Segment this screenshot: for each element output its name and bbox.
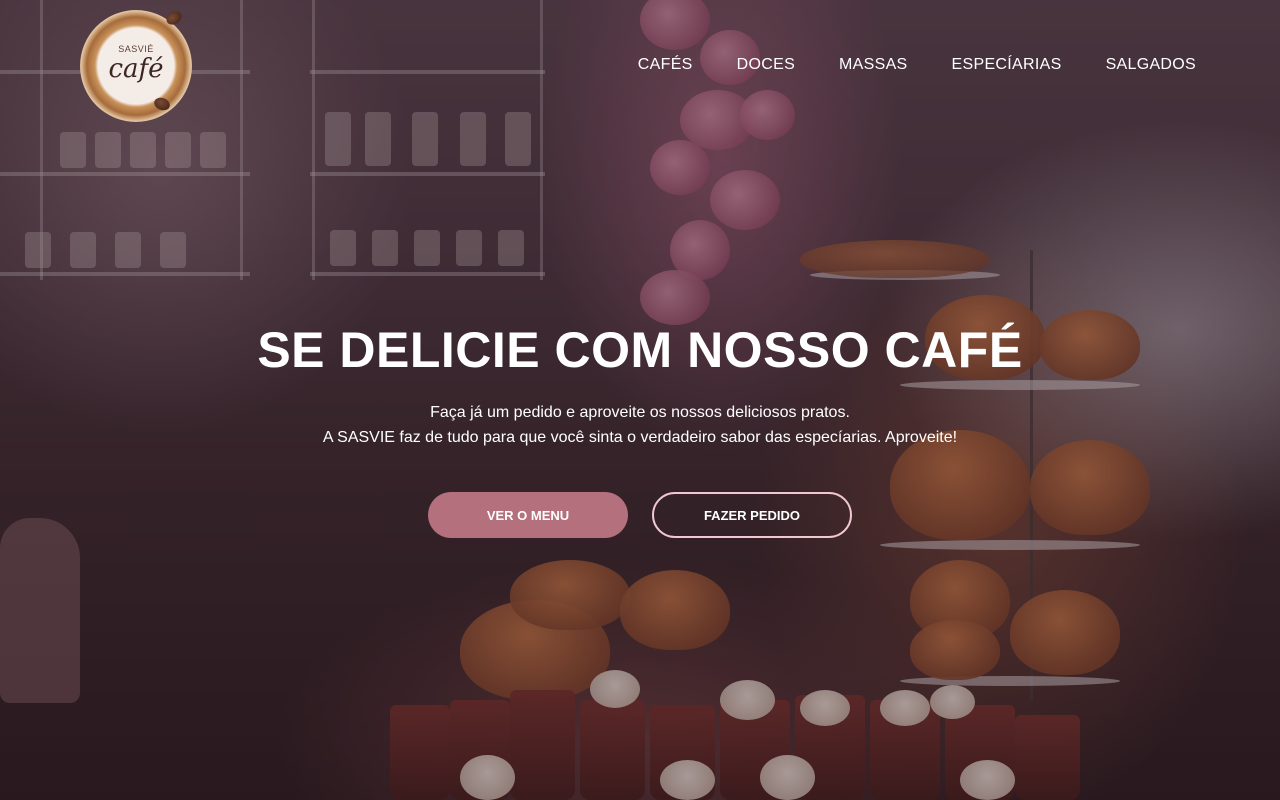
logo-small-text: SASVIÉ xyxy=(118,44,154,54)
nav-item-salgados[interactable]: SALGADOS xyxy=(1106,56,1196,74)
brand-logo[interactable]: SASVIÉ café xyxy=(80,8,192,122)
logo-script-text: café xyxy=(108,54,164,84)
hero-subtitle-line-1: Faça já um pedido e aproveite os nossos … xyxy=(430,404,850,421)
hero-section: SASVIÉ café CAFÉS DOCES MASSAS ESPECÍARI… xyxy=(0,0,1280,800)
nav-item-massas[interactable]: MASSAS xyxy=(839,56,908,74)
view-menu-button[interactable]: VER O MENU xyxy=(428,492,628,538)
place-order-button[interactable]: FAZER PEDIDO xyxy=(652,492,852,538)
nav-item-especiarias[interactable]: ESPECÍARIAS xyxy=(952,56,1062,74)
hero-buttons: VER O MENU FAZER PEDIDO xyxy=(0,492,1280,538)
hero-headline: SE DELICIE COM NOSSO CAFÉ xyxy=(257,322,1023,378)
coffee-bean-icon xyxy=(164,8,184,28)
hero-subtitle-line-2: A SASVIE faz de tudo para que você sinta… xyxy=(322,429,958,446)
coffee-bean-icon xyxy=(152,95,172,113)
hero-subtitle: Faça já um pedido e aproveite os nossos … xyxy=(0,400,1280,450)
hero-content: SE DELICIE COM NOSSO CAFÉ Faça já um ped… xyxy=(0,318,1280,538)
main-nav: CAFÉS DOCES MASSAS ESPECÍARIAS SALGADOS xyxy=(638,56,1196,74)
nav-item-doces[interactable]: DOCES xyxy=(737,56,795,74)
nav-item-cafes[interactable]: CAFÉS xyxy=(638,56,693,74)
site-header: SASVIÉ café CAFÉS DOCES MASSAS ESPECÍARI… xyxy=(0,0,1280,130)
